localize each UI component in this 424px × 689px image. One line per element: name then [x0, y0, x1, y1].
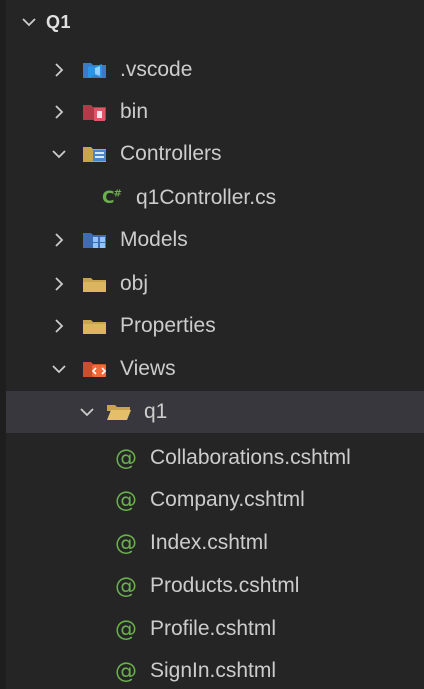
tree-item-products[interactable]: @ Products.cshtml [6, 565, 424, 607]
tree-item-profile[interactable]: @ Profile.cshtml [6, 608, 424, 650]
file-explorer: Q1 .vscode bin Controllers C# q1Controll… [0, 0, 424, 689]
tree-item-label: Models [120, 228, 188, 251]
root-folder-label: Q1 [46, 11, 72, 32]
chevron-right-icon[interactable] [50, 103, 68, 121]
chevron-down-icon[interactable] [50, 360, 68, 378]
tree-item-company[interactable]: @ Company.cshtml [6, 479, 424, 521]
views-folder-icon [82, 358, 108, 380]
razor-icon: @ [115, 616, 137, 642]
folder-icon [82, 315, 108, 337]
tree-item-controllers[interactable]: Controllers [6, 133, 424, 175]
tree-item-index[interactable]: @ Index.cshtml [6, 522, 424, 564]
tree-item-views-q1[interactable]: q1 [6, 391, 424, 433]
chevron-right-icon[interactable] [50, 61, 68, 79]
tree-item-views[interactable]: Views [6, 348, 424, 390]
tree-item-properties[interactable]: Properties [6, 305, 424, 347]
tree-item-bin[interactable]: bin [6, 91, 424, 133]
tree-item-label: Views [120, 357, 176, 380]
tree-item-q1controller[interactable]: C# q1Controller.cs [6, 177, 424, 219]
tree-item-obj[interactable]: obj [6, 263, 424, 305]
razor-icon: @ [115, 445, 137, 471]
chevron-down-icon[interactable] [20, 13, 38, 31]
tree-item-models[interactable]: Models [6, 219, 424, 261]
razor-icon: @ [115, 530, 137, 556]
bin-folder-icon [82, 101, 108, 123]
tree-item-label: q1 [144, 400, 168, 423]
tree-item-signin[interactable]: @ SignIn.cshtml [6, 650, 424, 689]
explorer-root-header[interactable]: Q1 [6, 0, 424, 44]
tree-item-label: Properties [120, 314, 216, 337]
tree-item-label: Index.cshtml [150, 531, 268, 554]
csharp-icon: C# [102, 188, 122, 208]
chevron-right-icon[interactable] [50, 275, 68, 293]
vscode-folder-icon [82, 59, 108, 81]
tree-item-label: SignIn.cshtml [150, 659, 277, 682]
models-folder-icon [82, 229, 108, 251]
razor-icon: @ [115, 658, 137, 684]
chevron-down-icon[interactable] [78, 403, 96, 421]
razor-icon: @ [115, 487, 137, 513]
chevron-right-icon[interactable] [50, 317, 68, 335]
tree-item-collaborations[interactable]: @ Collaborations.cshtml [6, 437, 424, 479]
tree-item-label: bin [120, 100, 149, 123]
tree-item-label: .vscode [120, 58, 193, 81]
folder-icon [82, 273, 108, 295]
controllers-folder-icon [82, 143, 108, 165]
tree-item-label: Controllers [120, 142, 222, 165]
tree-item-label: Collaborations.cshtml [150, 446, 351, 469]
tree-item-label: obj [120, 272, 149, 295]
open-folder-icon [106, 401, 132, 423]
tree-item-label: Products.cshtml [150, 574, 300, 597]
tree-item-label: Company.cshtml [150, 488, 305, 511]
tree-item-label: q1Controller.cs [136, 186, 277, 209]
tree-item-vscode[interactable]: .vscode [6, 49, 424, 91]
tree-item-label: Profile.cshtml [150, 617, 277, 640]
razor-icon: @ [115, 573, 137, 599]
chevron-down-icon[interactable] [50, 145, 68, 163]
chevron-right-icon[interactable] [50, 231, 68, 249]
